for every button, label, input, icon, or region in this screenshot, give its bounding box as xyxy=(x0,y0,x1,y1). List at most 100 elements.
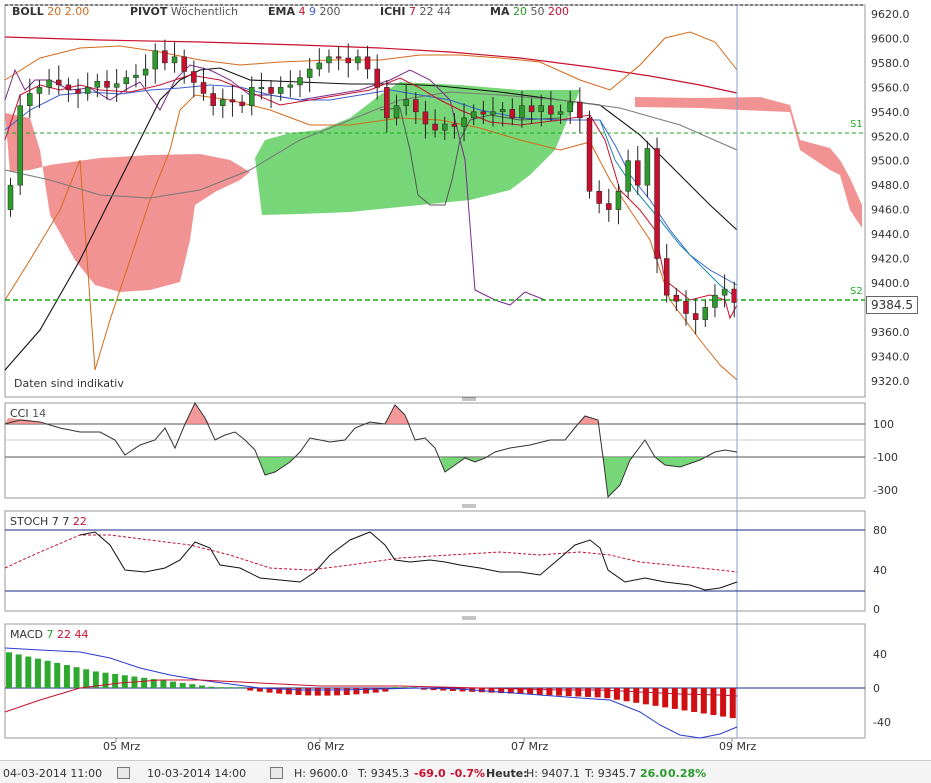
current-price-tag: 9384.5 xyxy=(866,296,918,314)
x-axis: 05 Mrz 06 Mrz 07 Mrz 09 Mrz xyxy=(103,738,757,753)
chart-canvas[interactable]: S1 S2 9620.0 9600.0 9580.0 9560.0 9540.0 9520… xyxy=(0,0,931,760)
candle-body xyxy=(94,80,101,88)
candle-body xyxy=(287,84,294,88)
candle-body xyxy=(162,50,168,64)
today-high: H: 9407.1 xyxy=(526,767,580,780)
cci-y-tick: -300 xyxy=(873,484,898,497)
macd-bar xyxy=(112,673,119,688)
cci-positive-fill xyxy=(5,403,600,424)
macd-bar xyxy=(642,688,649,705)
macd-bar xyxy=(729,688,736,719)
candle-body xyxy=(355,56,361,64)
stoch-y-tick: 0 xyxy=(873,603,880,616)
macd-bar xyxy=(237,687,244,689)
main-y-tick: 9560.0 xyxy=(871,81,910,94)
stoch-title: STOCH 7 7 22 xyxy=(10,515,87,528)
candle-body xyxy=(490,111,496,115)
candle-body xyxy=(731,288,737,303)
calendar-from-icon[interactable] xyxy=(117,767,130,779)
main-y-tick: 9520.0 xyxy=(871,130,910,143)
macd-bar xyxy=(546,688,553,696)
macd-bar xyxy=(218,687,225,689)
cci-y-tick: -100 xyxy=(873,451,898,464)
calendar-to-icon[interactable] xyxy=(270,767,283,779)
candle-body xyxy=(596,191,602,204)
candle-body xyxy=(663,258,670,296)
candle-body xyxy=(654,148,660,259)
stoch-y-axis: 80 40 0 xyxy=(873,524,887,616)
range-change-pct: -0.7% xyxy=(450,767,486,780)
range-low: T: 9345.3 xyxy=(358,767,410,780)
date-to[interactable]: 10-03-2014 14:00 xyxy=(147,767,246,780)
candle-body xyxy=(403,99,409,106)
main-y-tick: 9600.0 xyxy=(871,32,910,45)
candle-body xyxy=(721,288,728,296)
resize-grip-stoch[interactable] xyxy=(462,504,476,508)
macd-bar xyxy=(247,688,254,691)
date-from[interactable]: 04-03-2014 11:00 xyxy=(3,767,102,780)
candle-body xyxy=(46,79,52,88)
candle-body xyxy=(113,83,120,88)
macd-histogram xyxy=(6,652,736,719)
macd-bar xyxy=(6,652,12,688)
macd-bar xyxy=(170,681,177,688)
macd-bar xyxy=(565,688,572,697)
resize-grip-macd[interactable] xyxy=(462,616,476,620)
candle-body xyxy=(345,57,351,64)
cci-line xyxy=(4,401,738,499)
candle-body xyxy=(210,93,216,106)
candle-body xyxy=(7,184,14,210)
main-y-tick: 9480.0 xyxy=(871,179,910,192)
macd-bar xyxy=(324,688,331,696)
cci-panel-frame xyxy=(4,402,866,499)
candle-body xyxy=(36,87,43,94)
candle-body xyxy=(692,313,699,320)
candle-body xyxy=(239,101,245,106)
candle-body xyxy=(65,84,72,91)
macd-bar xyxy=(73,667,80,688)
stoch-y-tick: 40 xyxy=(873,564,887,577)
macd-bar xyxy=(314,688,321,696)
macd-bar xyxy=(63,665,70,688)
macd-bar xyxy=(681,688,688,711)
candle-body xyxy=(364,56,371,70)
candle-body xyxy=(258,87,265,90)
candle-body xyxy=(461,117,467,127)
candle-body xyxy=(528,105,535,113)
candle-body xyxy=(374,68,380,88)
pivot-s1-label: S1 xyxy=(850,119,863,130)
candle-body xyxy=(586,117,593,192)
candle-body xyxy=(644,148,651,186)
candle-body xyxy=(683,301,689,314)
macd-bar xyxy=(102,672,109,688)
candle-body xyxy=(56,79,62,86)
candle-body xyxy=(509,109,516,119)
macd-bar xyxy=(334,688,341,696)
main-y-tick: 9540.0 xyxy=(871,106,910,119)
x-tick-label: 09 Mrz xyxy=(719,740,757,753)
macd-bar xyxy=(305,688,312,696)
macd-bar xyxy=(623,688,630,702)
candle-body xyxy=(142,68,149,76)
ichimoku-cloud-bearish xyxy=(5,113,250,292)
macd-bar xyxy=(179,682,186,688)
x-tick-label: 07 Mrz xyxy=(511,740,549,753)
main-y-tick: 9440.0 xyxy=(871,228,910,241)
today-change-pct: 0.28% xyxy=(668,767,707,780)
candle-body xyxy=(422,111,429,125)
candle-body xyxy=(84,87,91,94)
macd-bar xyxy=(54,662,61,688)
main-y-tick: 9360.0 xyxy=(871,326,910,339)
resize-grip-cci[interactable] xyxy=(462,397,476,401)
today-label: Heute: xyxy=(486,767,528,780)
macd-bar xyxy=(15,654,22,688)
candle-body xyxy=(625,160,631,192)
range-high: H: 9600.0 xyxy=(294,767,348,780)
candle-body xyxy=(577,101,583,119)
candle-body xyxy=(326,56,332,64)
main-y-tick: 9460.0 xyxy=(871,204,910,217)
candle-body xyxy=(615,191,622,210)
macd-title: MACD 7 22 44 xyxy=(10,628,88,641)
macd-bar xyxy=(633,688,640,703)
macd-bar xyxy=(652,688,659,706)
